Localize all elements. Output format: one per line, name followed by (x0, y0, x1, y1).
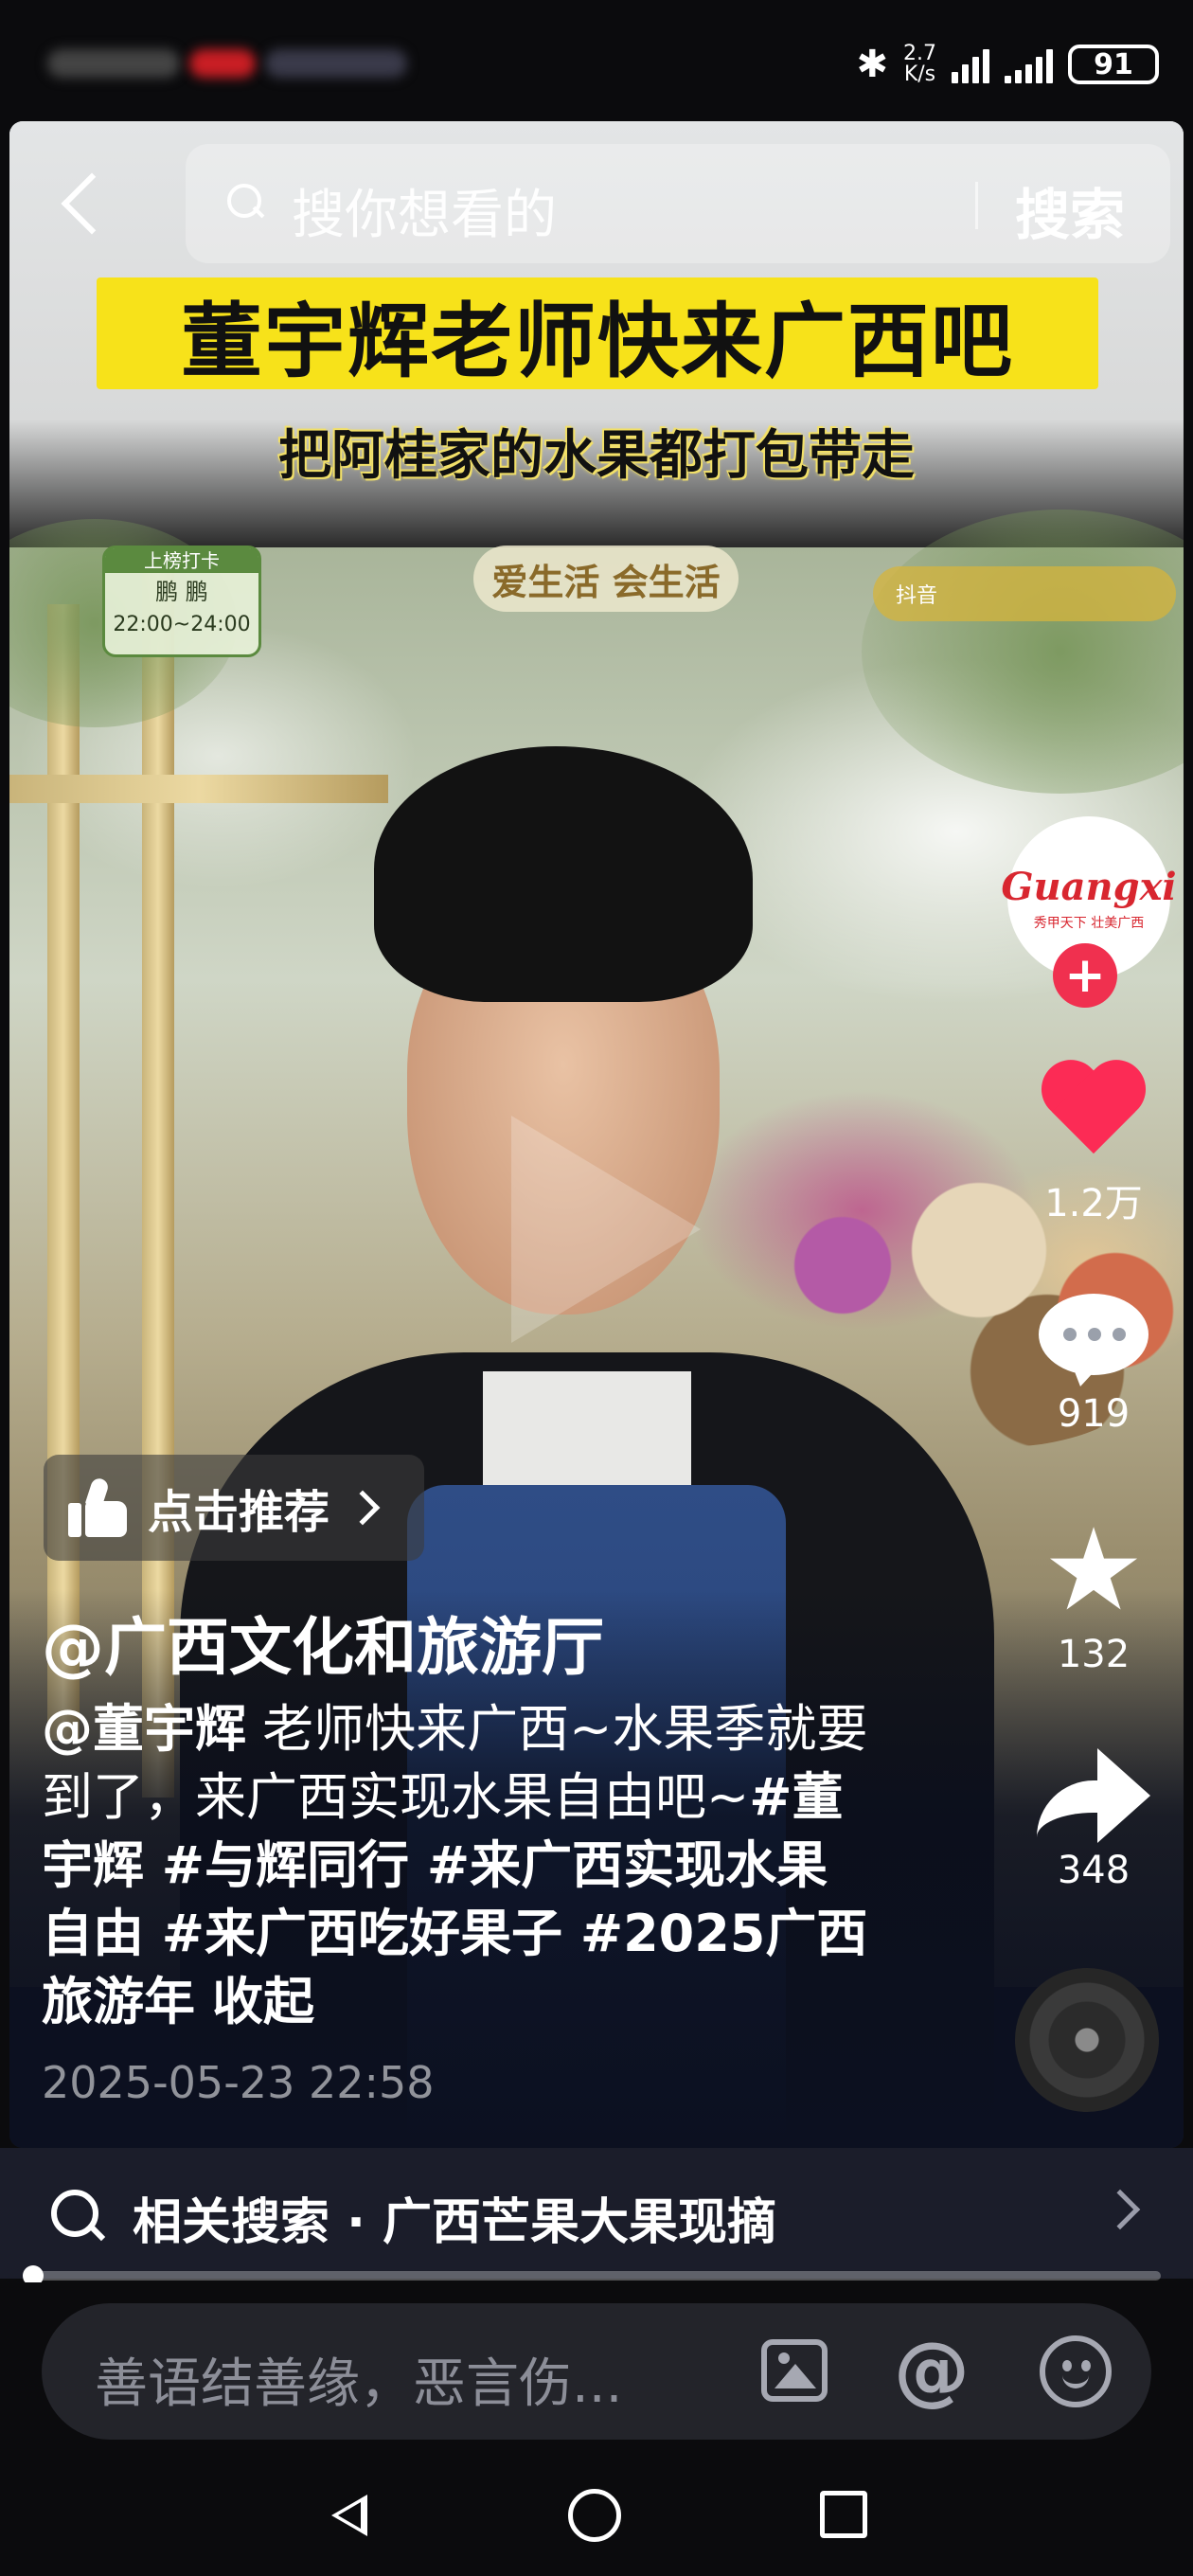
like-count: 1.2万 (1044, 1182, 1143, 1225)
carrier-info-blurred (47, 40, 407, 89)
nav-recents-icon[interactable] (820, 2491, 867, 2538)
post-date: 2025-05-23 22:58 (42, 2057, 435, 2108)
schedule-tag: 上榜打卡 (105, 548, 258, 573)
status-bar: ✱ 2.7 K/s 91 (0, 0, 1193, 121)
related-search-bar[interactable]: 相关搜索 · 广西芒果大果现摘 (0, 2148, 1193, 2279)
favorite-count: 132 (1057, 1633, 1131, 1676)
comment-icon (1039, 1294, 1148, 1386)
share-button[interactable]: 348 (1032, 1748, 1155, 1892)
video-banner-title: 董宇辉老师快来广西吧 (181, 294, 1014, 389)
battery-icon: 91 (1068, 45, 1159, 84)
nav-home-icon[interactable] (568, 2489, 621, 2542)
chevron-right-icon (1099, 2189, 1141, 2230)
video-banner-subtitle: 把阿桂家的水果都打包带走 (278, 425, 915, 487)
avatar-brand-text: Guangxi (1001, 864, 1177, 909)
plus-icon: + (1064, 947, 1106, 1004)
search-icon (51, 2190, 104, 2243)
network-speed-unit: K/s (903, 63, 936, 86)
signal-icon (952, 45, 989, 83)
post-caption: @董宇辉 老师快来广西~水果季就要到了，来广西实现水果自由吧~#董宇辉 #与辉同… (42, 1695, 875, 2036)
system-nav-bar (0, 2453, 1193, 2576)
network-speed-value: 2.7 (903, 42, 936, 65)
comment-count: 919 (1057, 1392, 1131, 1436)
schedule-name: 鹏 鹏 (155, 579, 208, 605)
signal-icon-2 (1005, 45, 1053, 83)
show-slogan: 爱生活 会生活 (473, 546, 739, 612)
comment-placeholder: 善语结善缘，恶言伤... (95, 2353, 623, 2415)
recommend-button[interactable]: 点击推荐 (44, 1455, 424, 1561)
image-icon[interactable] (761, 2339, 828, 2402)
schedule-badge: 上榜打卡 鹏 鹏 22:00~24:00 (102, 546, 261, 657)
network-speed: 2.7 K/s (903, 44, 936, 85)
star-icon: ★ (1042, 1505, 1145, 1637)
account-name-link[interactable]: @广西文化和旅游厅 (42, 1597, 604, 1688)
bluetooth-icon: ✱ (856, 43, 888, 86)
follow-button[interactable]: + (1053, 943, 1117, 1008)
thumbs-up-icon (68, 1476, 127, 1537)
like-button[interactable]: 1.2万 (1032, 1063, 1155, 1227)
search-divider (975, 182, 978, 229)
collapse-caption-button[interactable]: 收起 (212, 1972, 314, 2031)
comment-area: 善语结善缘，恶言伤... @ (0, 2282, 1193, 2453)
share-icon (1037, 1748, 1150, 1843)
comment-button[interactable]: 919 (1032, 1294, 1155, 1436)
video-progress-bar[interactable] (23, 2265, 1161, 2286)
comment-input[interactable]: 善语结善缘，恶言伤... @ (42, 2303, 1151, 2440)
at-mention-icon[interactable]: @ (894, 2328, 970, 2413)
emoji-icon[interactable] (1040, 2335, 1112, 2407)
related-search-text: 相关搜索 · 广西芒果大果现摘 (133, 2194, 776, 2251)
schedule-time: 22:00~24:00 (113, 613, 251, 636)
favorite-button[interactable]: ★ 132 (1032, 1505, 1155, 1677)
avatar-brand-subtitle: 秀甲天下 壮美广西 (1033, 915, 1145, 931)
search-input[interactable]: 搜你想看的 (292, 172, 557, 249)
status-icons: ✱ 2.7 K/s 91 (856, 38, 1159, 91)
recommend-label: 点击推荐 (148, 1486, 330, 1539)
nav-back-icon[interactable] (322, 2489, 373, 2540)
search-button[interactable]: 搜索 (1015, 170, 1125, 250)
back-button[interactable] (53, 161, 119, 246)
play-icon (511, 1116, 701, 1343)
battery-level: 91 (1094, 47, 1133, 81)
search-bar[interactable]: 搜你想看的 搜索 (186, 144, 1170, 263)
share-count: 348 (1057, 1849, 1131, 1892)
chevron-right-icon (345, 1490, 381, 1526)
caption-mention-link[interactable]: @董宇辉 (42, 1699, 246, 1759)
search-icon (227, 184, 265, 222)
heart-icon (1037, 1063, 1150, 1167)
music-disc-icon[interactable] (1015, 1968, 1159, 2112)
channel-logo: 抖音 (873, 566, 1176, 621)
